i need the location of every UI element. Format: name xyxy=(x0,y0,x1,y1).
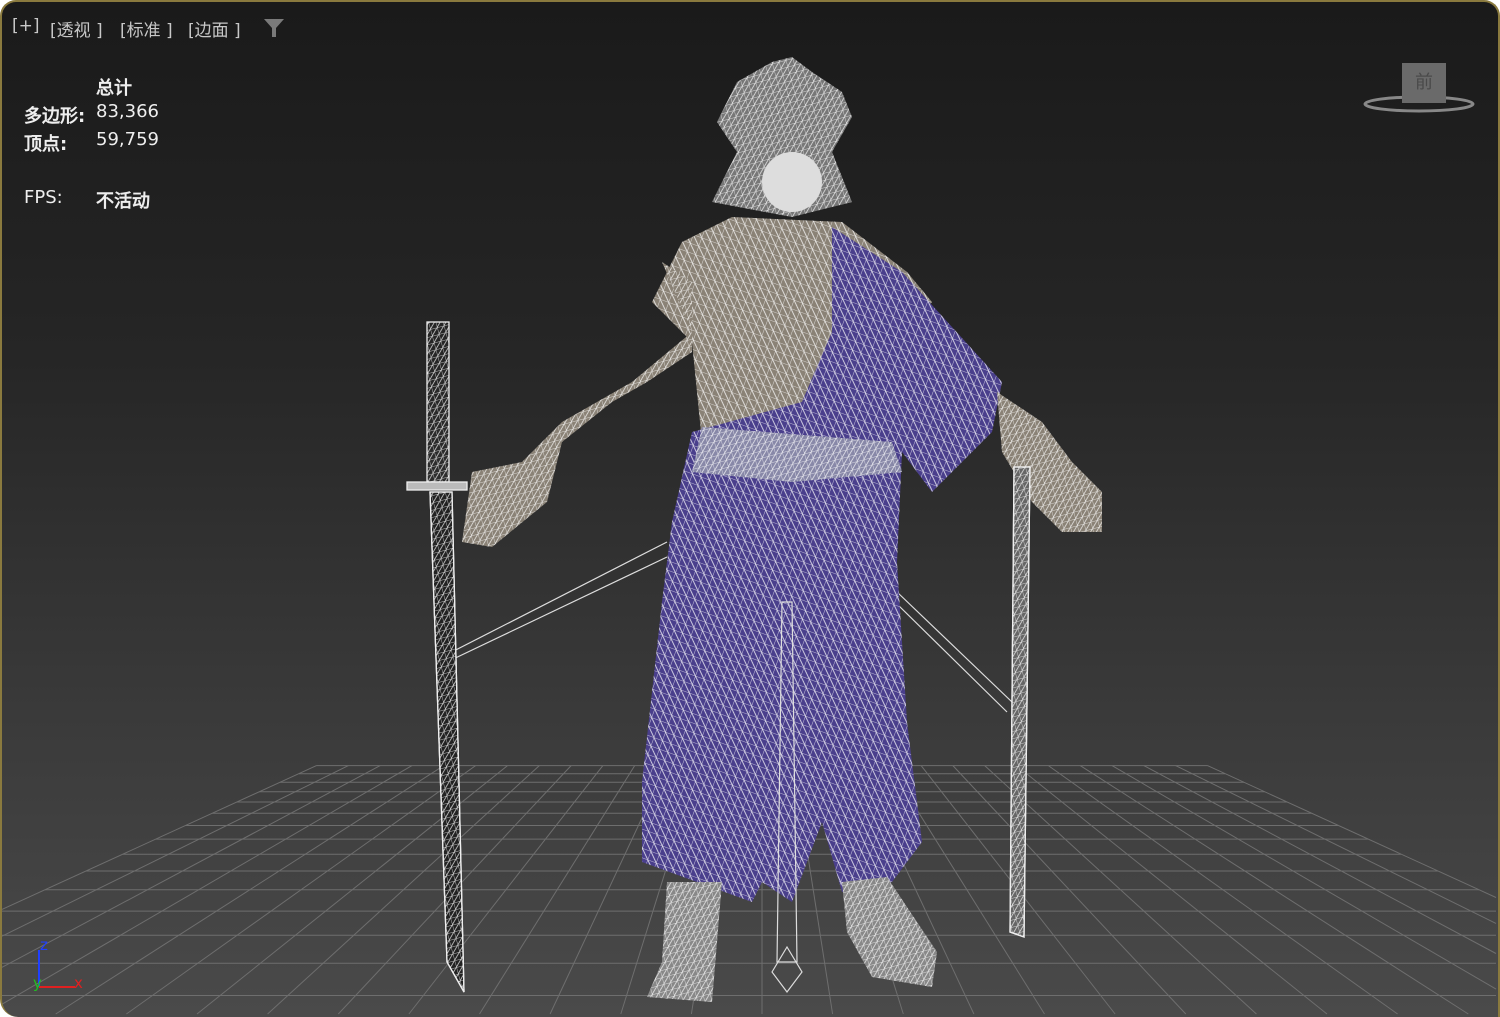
character-mesh[interactable] xyxy=(406,57,1102,1002)
face xyxy=(762,152,822,212)
axis-z-label: z xyxy=(40,936,48,954)
fps-label: FPS: xyxy=(24,187,63,208)
grid-line xyxy=(1175,765,1497,924)
grid-line xyxy=(1207,765,1497,898)
scabbard xyxy=(1009,466,1031,938)
viewcube[interactable]: 前 xyxy=(1362,60,1477,120)
stats-header: 总计 xyxy=(96,78,132,99)
filter-icon[interactable] xyxy=(264,18,284,38)
viewcube-front-face[interactable]: 前 xyxy=(1402,63,1446,103)
grid-line xyxy=(1143,765,1497,954)
grid-line xyxy=(2,765,317,910)
polygons-label: 多边形: xyxy=(24,106,86,127)
viewport-menu-button[interactable]: [+] xyxy=(12,16,40,36)
grid-line xyxy=(1111,765,1497,990)
grid-line xyxy=(2,765,381,968)
view-type-menu[interactable]: [透视 ] xyxy=(50,16,103,41)
shading-menu[interactable]: [标准 ] xyxy=(120,16,173,41)
display-style-menu[interactable]: [边面 ] xyxy=(188,16,241,41)
polygons-value: 83,366 xyxy=(96,101,159,122)
viewport-scene xyxy=(2,57,1497,1015)
axis-x-label: x xyxy=(74,974,83,992)
axis-y-label: y xyxy=(33,974,42,992)
fps-value: 不活动 xyxy=(96,191,150,212)
vertices-value: 59,759 xyxy=(96,129,159,150)
axis-tripod: z y x xyxy=(30,936,90,1000)
vertices-label: 顶点: xyxy=(24,134,68,155)
perspective-viewport[interactable]: [+] [透视 ] [标准 ] [边面 ] 总计 多边形: 83,366 顶点:… xyxy=(0,0,1500,1017)
